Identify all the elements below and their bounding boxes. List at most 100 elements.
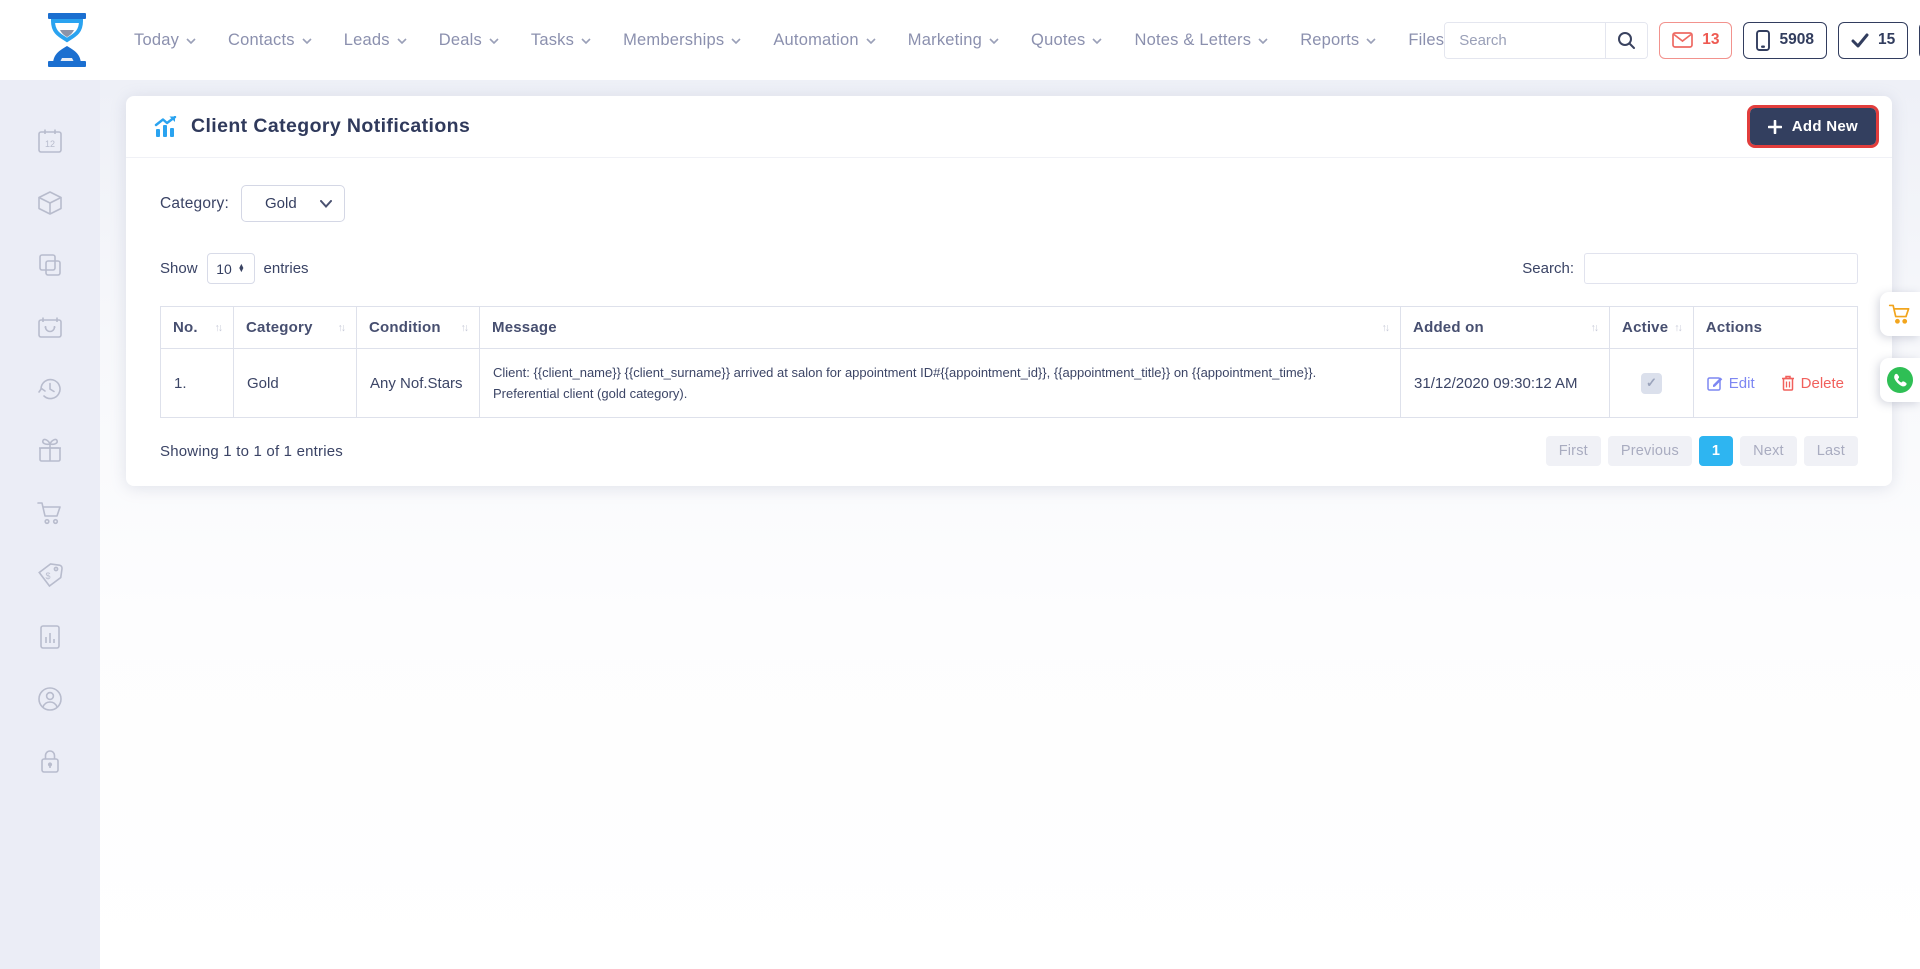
column-header-message[interactable]: Message↑↓ [480,307,1401,349]
chevron-down-icon [397,38,407,44]
cart-widget-tab[interactable] [1880,292,1920,336]
topbar-right: 13 5908 15 ? LONDON SUPPORT [1444,19,1920,62]
price-tag-icon[interactable]: $ [36,561,64,589]
edit-button[interactable]: Edit [1707,375,1755,392]
chevron-down-icon [866,38,876,44]
page-title: Client Category Notifications [191,115,470,138]
column-header-no[interactable]: No.↑↓ [161,307,234,349]
cell-condition: Any Nof.Stars [357,349,480,418]
pagination-page-1[interactable]: 1 [1699,436,1733,466]
table-search-group: Search: [1522,253,1858,284]
cell-no: 1. [161,349,234,418]
column-header-category[interactable]: Category↑↓ [234,307,357,349]
nav-item-today[interactable]: Today [134,31,196,50]
add-new-label: Add New [1792,118,1858,135]
lock-icon[interactable] [36,747,64,775]
nav-item-leads[interactable]: Leads [344,31,407,50]
category-filter-row: Category: Gold [160,185,1858,222]
gift-icon[interactable] [36,437,64,465]
pagination-previous[interactable]: Previous [1608,436,1692,466]
show-label: Show [160,260,198,277]
tasks-count: 15 [1878,31,1895,49]
cell-category: Gold [234,349,357,418]
account-circle-icon[interactable] [36,685,64,713]
pagination-last[interactable]: Last [1804,436,1858,466]
table-search-label: Search: [1522,260,1574,277]
mobile-phone-icon [1756,30,1770,51]
messages-badge[interactable]: 13 [1659,22,1732,59]
sort-icon: ↑↓ [215,322,222,334]
global-search-input[interactable] [1445,23,1605,58]
history-clock-icon[interactable] [36,375,64,403]
pagination: First Previous 1 Next Last [1546,436,1858,466]
cell-message: Client: {{client_name}} {{client_surname… [480,349,1401,418]
active-checkbox[interactable]: ✓ [1641,373,1662,394]
nav-item-quotes[interactable]: Quotes [1031,31,1102,50]
cell-added-on: 31/12/2020 09:30:12 AM [1401,349,1610,418]
cart-icon[interactable] [36,499,64,527]
nav-item-tasks[interactable]: Tasks [531,31,591,50]
delete-button[interactable]: Delete [1781,375,1844,392]
chevron-down-icon [1366,38,1376,44]
chevron-down-icon [320,200,332,208]
nav-item-contacts[interactable]: Contacts [228,31,312,50]
column-header-active[interactable]: Active↑↓ [1610,307,1694,349]
entries-summary: Showing 1 to 1 of 1 entries [160,443,343,460]
svg-text:$: $ [45,571,50,581]
sort-icon: ↑↓ [1674,322,1681,334]
edit-pencil-icon [1707,375,1723,391]
search-button[interactable] [1605,23,1647,58]
notifications-table: No.↑↓ Category↑↓ Condition↑↓ Message↑↓ A… [160,306,1858,418]
chevron-down-icon [186,38,196,44]
column-header-added-on[interactable]: Added on↑↓ [1401,307,1610,349]
call-widget-tab[interactable] [1880,358,1920,402]
checkmark-icon [1851,33,1869,48]
table-search-input[interactable] [1584,253,1858,284]
show-entries-group: Show 10 ▲▼ entries [160,253,309,284]
table-row: 1. Gold Any Nof.Stars Client: {{client_n… [161,349,1858,418]
chevron-down-icon [989,38,999,44]
column-header-condition[interactable]: Condition↑↓ [357,307,480,349]
main-nav: Today Contacts Leads Deals Tasks Members… [134,31,1444,50]
column-header-actions: Actions [1693,307,1857,349]
envelope-icon [1672,32,1693,48]
pagination-next[interactable]: Next [1740,436,1797,466]
calendar-icon[interactable]: 12 [36,127,64,155]
add-new-highlight-ring: Add New [1747,105,1879,148]
report-chart-icon[interactable] [36,623,64,651]
nav-item-notes-letters[interactable]: Notes & Letters [1134,31,1268,50]
nav-item-memberships[interactable]: Memberships [623,31,741,50]
green-phone-icon [1886,366,1914,394]
page-length-value: 10 [216,261,232,277]
products-cube-icon[interactable] [36,189,64,217]
nav-item-deals[interactable]: Deals [439,31,499,50]
check-icon: ✓ [1646,375,1657,391]
left-sidebar: 12 $ [0,80,100,969]
category-label: Category: [160,195,229,213]
sort-icon: ↑↓ [338,322,345,334]
sort-icon: ↑↓ [1591,322,1598,334]
cell-active: ✓ [1610,349,1694,418]
chevron-down-icon [1258,38,1268,44]
pagination-first[interactable]: First [1546,436,1601,466]
copy-layers-icon[interactable] [36,251,64,279]
cell-actions: Edit Delete [1693,349,1857,418]
page-length-select[interactable]: 10 ▲▼ [207,253,255,284]
nav-item-reports[interactable]: Reports [1300,31,1376,50]
add-new-button[interactable]: Add New [1750,108,1876,145]
calls-badge[interactable]: 5908 [1743,22,1826,59]
table-header-row: No.↑↓ Category↑↓ Condition↑↓ Message↑↓ A… [161,307,1858,349]
chart-increasing-icon [154,116,178,138]
nav-item-files[interactable]: Files [1408,31,1444,50]
orange-cart-icon [1888,302,1912,326]
nav-item-marketing[interactable]: Marketing [908,31,999,50]
category-select[interactable]: Gold [241,185,345,222]
tasks-badge[interactable]: 15 [1838,22,1908,59]
booking-basket-icon[interactable] [36,313,64,341]
app-logo-hourglass-icon[interactable] [40,11,94,69]
calls-count: 5908 [1779,31,1813,49]
spinner-arrows-icon: ▲▼ [238,265,245,273]
nav-item-automation[interactable]: Automation [773,31,875,50]
messages-count: 13 [1702,31,1719,49]
chevron-down-icon [1092,38,1102,44]
